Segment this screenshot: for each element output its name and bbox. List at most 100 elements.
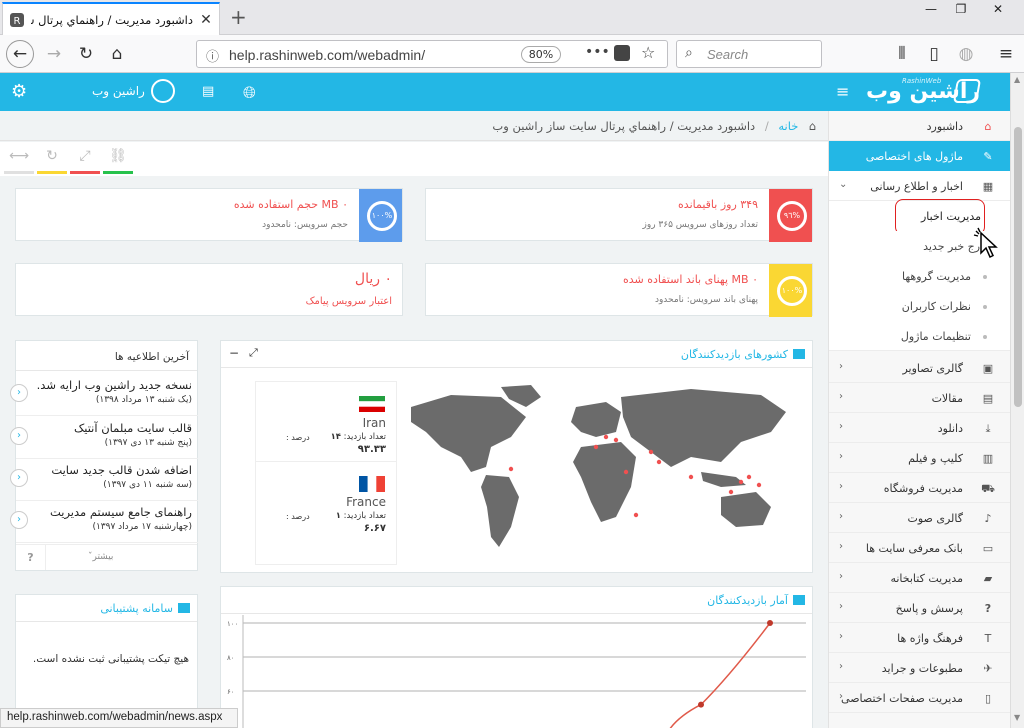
- sidebar-subitem-manage-groups[interactable]: مدیریت گروهها: [829, 261, 1010, 291]
- sidebar-menu-icon[interactable]: ≡: [836, 82, 849, 101]
- chevron-left-icon: ‹: [839, 511, 843, 522]
- reload-icon[interactable]: ↻: [74, 42, 98, 66]
- inbox-icon[interactable]: ▤: [202, 84, 214, 99]
- cart-icon: ⛟: [981, 482, 995, 495]
- bullet-icon: [983, 275, 987, 279]
- expand-icon[interactable]: ⤢: [70, 148, 100, 174]
- page-actions-icon[interactable]: •••: [585, 44, 610, 60]
- address-bar[interactable]: ⓘ help.rashinweb.com/webadmin/ 80% ••• ☆: [196, 40, 668, 68]
- sidebar-item-audio[interactable]: ♪ گالری صوت ‹: [829, 503, 1010, 533]
- main-content: ⌂ خانه / داشبورد مديريت / راهنماي پرتال …: [0, 111, 828, 728]
- new-tab-icon[interactable]: +: [230, 5, 247, 29]
- panel-list-icon: [793, 349, 805, 359]
- news-more-link[interactable]: ˇبیشتر: [88, 552, 113, 562]
- globe-addon-icon[interactable]: ◍: [954, 42, 978, 66]
- arrows-icon[interactable]: ⟷: [4, 148, 34, 174]
- data-point[interactable]: [698, 701, 704, 708]
- restore-window-icon[interactable]: ❐: [946, 0, 976, 20]
- username[interactable]: راشین وب: [92, 84, 145, 98]
- search-input[interactable]: ⌕ Search: [676, 40, 822, 68]
- list-item[interactable]: قالب سایت مبلمان آنتیک (پنج شنبه ۱۳ دی ۱…: [10, 417, 198, 459]
- list-item[interactable]: نسخه جدید راشین وب ارایه شد. (یک شنبه ۱۳…: [10, 374, 198, 416]
- pencil-icon: ✎: [983, 150, 993, 163]
- sidebar-item-download[interactable]: ⤓ دانلود ‹: [829, 413, 1010, 443]
- breadcrumb-home-link[interactable]: خانه: [778, 119, 798, 133]
- search-icon: ⌕: [685, 45, 693, 61]
- page-scrollbar[interactable]: ▲ ▼: [1010, 73, 1024, 728]
- news-item-title[interactable]: اضافه شدن قالب جدید سایت: [16, 463, 192, 477]
- link-icon[interactable]: ⛓: [103, 148, 133, 174]
- collapse-icon[interactable]: −: [229, 346, 239, 360]
- user-avatar-icon[interactable]: [151, 79, 175, 103]
- chevron-left-icon[interactable]: ‹: [10, 511, 28, 529]
- close-window-icon[interactable]: ✕: [976, 0, 1020, 20]
- bookmark-star-icon[interactable]: ☆: [641, 43, 655, 62]
- sidebar-toggle-icon[interactable]: ▯: [922, 42, 946, 66]
- sidebar-item-dashboard[interactable]: ⌂ داشبورد: [829, 111, 1010, 141]
- widget-toolbar: ⟷ ↻ ⤢ ⛓: [0, 142, 828, 176]
- sidebar-item-press[interactable]: ✈ مطبوعات و جراید ‹: [829, 653, 1010, 683]
- news-item-title[interactable]: قالب سایت مبلمان آنتیک: [16, 421, 192, 435]
- map-asia: [621, 389, 786, 467]
- pocket-icon[interactable]: [614, 45, 630, 61]
- bandwidth-ring-box: ۱۰۰%: [769, 264, 812, 317]
- list-item[interactable]: اضافه شدن قالب جدید سایت (سه شنبه ۱۱ دی …: [10, 459, 198, 501]
- disk-usage-sub: حجم سرویس: نامحدود: [262, 220, 348, 230]
- scroll-up-icon[interactable]: ▲: [1014, 75, 1020, 84]
- sidebar-item-video[interactable]: ▥ کلیپ و فیلم ‹: [829, 443, 1010, 473]
- country-item[interactable]: Iran تعداد بازدید: ۱۴ درصد : ۹۳.۳۳: [256, 382, 396, 462]
- sidebar-item-news[interactable]: ▦ اخبار و اطلاع رسانی ⌄: [829, 171, 1010, 201]
- map-point: [738, 479, 744, 485]
- sidebar-item-faq[interactable]: ? پرسش و پاسخ ‹: [829, 593, 1010, 623]
- home-page-icon[interactable]: ⌂: [105, 42, 129, 66]
- globe-icon[interactable]: 🌐︎: [243, 83, 256, 103]
- sms-credit-amount: ۰ ریال: [354, 271, 392, 287]
- country-list: Iran تعداد بازدید: ۱۴ درصد : ۹۳.۳۳ Franc…: [255, 381, 397, 565]
- sidebar-item-gallery[interactable]: ▣ گالری تصاویر ‹: [829, 353, 1010, 383]
- visitor-stats-title: آمار بازدیدکنندگان: [707, 594, 788, 607]
- sidebar-item-custom-modules[interactable]: ✎ ماژول های اختصاصی: [829, 141, 1010, 171]
- country-name: France: [346, 495, 386, 509]
- back-arrow-icon[interactable]: ←: [6, 40, 34, 68]
- fullscreen-icon[interactable]: ⤢: [249, 346, 258, 360]
- zoom-level-badge[interactable]: 80%: [521, 46, 561, 63]
- chevron-left-icon[interactable]: ‹: [10, 384, 28, 402]
- mouse-cursor-icon: [973, 227, 998, 259]
- data-point[interactable]: [767, 620, 773, 626]
- minimize-window-icon[interactable]: —: [916, 0, 946, 20]
- browser-tab[interactable]: R داشبورد مديريت / راهنماي پرتال سا ✕: [2, 2, 220, 35]
- close-tab-icon[interactable]: ✕: [199, 12, 213, 28]
- map-point: [688, 474, 694, 480]
- bullet-icon: [983, 335, 987, 339]
- map-australia: [721, 492, 771, 527]
- sms-credit-label: اعتبار سرویس پیامک: [305, 296, 392, 307]
- sidebar-item-library[interactable]: ▰ مدیریت کتابخانه ‹: [829, 563, 1010, 593]
- sidebar-subitem-user-comments[interactable]: نظرات کاربران: [829, 291, 1010, 321]
- scroll-down-icon[interactable]: ▼: [1014, 713, 1020, 722]
- sidebar-item-site-bank[interactable]: ▭ بانک معرفی سایت ها ‹: [829, 533, 1010, 563]
- news-item-title[interactable]: نسخه جدید راشین وب ارایه شد.: [16, 378, 192, 392]
- chevron-left-icon[interactable]: ‹: [10, 469, 28, 487]
- site-favicon-icon: R: [10, 12, 24, 27]
- help-icon[interactable]: ?: [16, 545, 46, 570]
- settings-gear-icon[interactable]: ⚙: [11, 81, 27, 102]
- library-icon[interactable]: ⫴: [890, 42, 914, 66]
- news-item-title[interactable]: راهنمای جامع سیستم مدیریت: [16, 505, 192, 519]
- sidebar-item-shop[interactable]: ⛟ مدیریت فروشگاه ‹: [829, 473, 1010, 503]
- chevron-left-icon[interactable]: ‹: [10, 427, 28, 445]
- home-icon[interactable]: ⌂: [802, 119, 816, 133]
- menu-hamburger-icon[interactable]: ≡: [994, 42, 1018, 66]
- country-item[interactable]: France تعداد بازدید: ۱ درصد : ۶.۶۷: [256, 462, 396, 542]
- sidebar-item-articles[interactable]: ▤ مقالات ‹: [829, 383, 1010, 413]
- info-icon[interactable]: ⓘ: [206, 46, 219, 65]
- scrollbar-thumb[interactable]: [1014, 127, 1022, 407]
- sidebar-item-glossary[interactable]: T فرهنگ واژه ها ‹: [829, 623, 1010, 653]
- refresh-icon[interactable]: ↻: [37, 148, 67, 174]
- sidebar-item-label: ماژول های اختصاصی: [865, 150, 963, 163]
- list-item[interactable]: راهنمای جامع سیستم مدیریت (چهارشنبه ۱۷ م…: [10, 501, 198, 543]
- world-map[interactable]: [391, 377, 807, 567]
- monitor-icon: ▭: [982, 542, 994, 555]
- sidebar-item-custom-pages[interactable]: ▯ مدیریت صفحات اختصاصی ‹: [829, 683, 1010, 713]
- sidebar-subitem-module-settings[interactable]: تنظیمات ماژول: [829, 321, 1010, 351]
- forward-arrow-icon[interactable]: →: [42, 42, 66, 66]
